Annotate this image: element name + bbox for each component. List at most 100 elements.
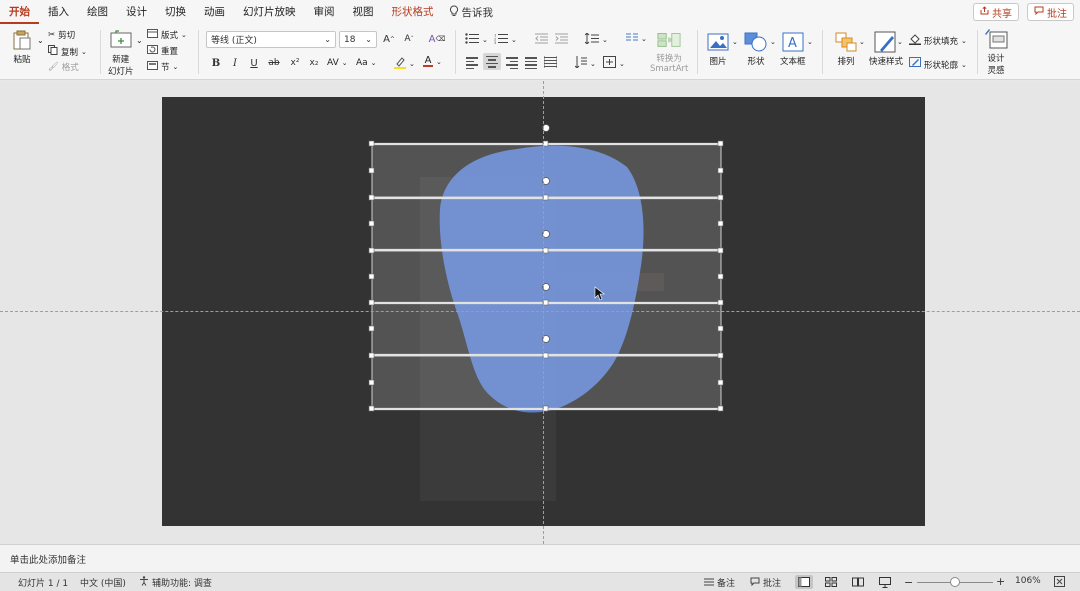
zoom-slider-thumb[interactable] xyxy=(950,577,960,587)
shape-outline-button[interactable]: 形状轮廓 ⌄ xyxy=(909,57,967,72)
align-text-button[interactable]: ⌄ xyxy=(603,56,625,71)
align-text-icon xyxy=(603,56,616,71)
tab-animations[interactable]: 动画 xyxy=(195,0,234,24)
chevron-down-icon[interactable]: ⌄ xyxy=(732,38,738,46)
chevron-down-icon: ⌄ xyxy=(365,35,372,44)
chevron-down-icon[interactable]: ⌄ xyxy=(770,38,776,46)
justify-icon[interactable] xyxy=(525,57,537,69)
align-center-icon[interactable] xyxy=(483,53,501,70)
new-slide-button[interactable]: 新建 幻灯片 xyxy=(108,29,134,77)
numbering-button[interactable]: 123 ⌄ xyxy=(494,33,517,47)
font-color-button[interactable]: A ⌄ xyxy=(423,56,442,67)
fit-to-window-icon[interactable] xyxy=(1054,576,1065,587)
increase-indent-icon[interactable] xyxy=(555,33,568,44)
tab-draw[interactable]: 绘图 xyxy=(78,0,117,24)
char-spacing-button[interactable]: AV ⌄ xyxy=(327,58,348,68)
new-slide-dropdown[interactable]: ⌄ xyxy=(136,36,143,45)
paste-button[interactable]: 粘贴 xyxy=(10,29,34,65)
slideshow-view-icon[interactable] xyxy=(876,575,894,589)
subscript-button[interactable]: x₂ xyxy=(306,55,322,71)
underline-button[interactable]: U xyxy=(246,55,262,71)
font-size-select[interactable]: 18 ⌄ xyxy=(339,31,377,48)
italic-button[interactable]: I xyxy=(227,55,243,71)
chevron-down-icon[interactable]: ⌄ xyxy=(859,38,865,46)
tab-transitions[interactable]: 切换 xyxy=(156,0,195,24)
quick-styles-button[interactable]: 快速样式 xyxy=(869,31,903,67)
decrease-indent-icon[interactable] xyxy=(535,33,548,44)
shape-label: 形状 xyxy=(747,57,765,67)
tab-insert[interactable]: 插入 xyxy=(39,0,78,24)
quick-styles-icon xyxy=(874,31,898,53)
svg-text:A: A xyxy=(788,36,797,51)
chevron-down-icon: ⌄ xyxy=(961,60,967,69)
strikethrough-button[interactable]: ab xyxy=(266,55,282,71)
tab-view[interactable]: 视图 xyxy=(344,0,383,24)
change-case-button[interactable]: Aa ⌄ xyxy=(356,58,377,68)
horizontal-guide-line[interactable] xyxy=(0,311,1080,312)
format-painter-button[interactable]: 🖌 格式 xyxy=(48,61,79,73)
chevron-down-icon[interactable]: ⌄ xyxy=(807,38,813,46)
notes-toggle-button[interactable]: 备注 xyxy=(704,576,735,589)
font-name-select[interactable]: 等线 (正文) ⌄ xyxy=(206,31,336,48)
distributed-icon[interactable] xyxy=(544,56,557,68)
shape-button[interactable]: 形状 xyxy=(744,31,768,67)
tab-slideshow[interactable]: 幻灯片放映 xyxy=(234,0,305,24)
ribbon-separator xyxy=(198,30,199,74)
shrink-font-button[interactable]: Aˇ xyxy=(401,31,417,47)
notes-icon xyxy=(704,577,714,589)
tab-shape-format[interactable]: 形状格式 xyxy=(383,0,443,24)
layout-button[interactable]: 版式 ⌄ xyxy=(147,29,187,41)
share-button[interactable]: 共享 xyxy=(973,3,1019,21)
svg-text:3: 3 xyxy=(494,41,496,44)
tab-review[interactable]: 审阅 xyxy=(305,0,344,24)
accessibility-button[interactable]: 辅助功能: 调查 xyxy=(139,576,212,589)
superscript-button[interactable]: x² xyxy=(287,55,303,71)
ribbon-home: 粘贴 ⌄ ✂ 剪切 复制 ⌄ 🖌 格式 新建 幻灯片 ⌄ 版式 ⌄ 重置 节 ⌄… xyxy=(0,24,1080,80)
bullets-button[interactable]: ⌄ xyxy=(465,33,488,47)
paste-dropdown[interactable]: ⌄ xyxy=(37,36,44,45)
copy-button[interactable]: 复制 ⌄ xyxy=(48,45,87,58)
shape-fill-button[interactable]: 形状填充 ⌄ xyxy=(909,33,967,48)
notes-placeholder: 单击此处添加备注 xyxy=(10,555,87,566)
copy-icon xyxy=(48,45,58,58)
status-bar: 幻灯片 1 / 1 中文 (中国) 辅助功能: 调查 备注 批注 − + 106… xyxy=(0,572,1080,591)
reset-button[interactable]: 重置 xyxy=(147,45,178,57)
ribbon-separator xyxy=(697,30,698,74)
powerpoint-window: 开始 插入 绘图 设计 切换 动画 幻灯片放映 审阅 视图 形状格式 告诉我 共… xyxy=(0,0,1080,591)
comments-button[interactable]: 批注 xyxy=(1027,3,1074,21)
shape-fill-label: 形状填充 xyxy=(924,36,959,47)
tell-me-search[interactable]: 告诉我 xyxy=(443,4,500,20)
cut-button[interactable]: ✂ 剪切 xyxy=(48,29,75,41)
columns-button[interactable]: ⌄ xyxy=(626,33,647,45)
slide-editing-area[interactable] xyxy=(0,81,1080,544)
textbox-button[interactable]: A 文本框 xyxy=(780,31,806,67)
bold-button[interactable]: B xyxy=(208,55,224,71)
grow-font-button[interactable]: A ^ xyxy=(381,31,397,47)
line-spacing-button[interactable]: ⌄ xyxy=(584,32,608,47)
notes-pane[interactable]: 单击此处添加备注 xyxy=(0,544,1080,572)
chevron-down-icon[interactable]: ⌄ xyxy=(897,38,903,46)
tab-home[interactable]: 开始 xyxy=(0,0,39,24)
notes-toggle-label: 备注 xyxy=(717,579,736,589)
reading-view-icon[interactable] xyxy=(849,575,867,589)
section-button[interactable]: 节 ⌄ xyxy=(147,61,178,73)
zoom-in-button[interactable]: + xyxy=(996,575,1005,588)
arrange-button[interactable]: 排列 xyxy=(834,31,858,67)
normal-view-icon[interactable] xyxy=(795,575,813,589)
zoom-out-button[interactable]: − xyxy=(904,576,913,589)
slide-sorter-icon[interactable] xyxy=(822,575,840,589)
comments-toggle-button[interactable]: 批注 xyxy=(750,576,781,589)
convert-smartart-button[interactable]: 转换为 SmartArt xyxy=(650,28,688,74)
clear-format-icon[interactable]: A ⌫ xyxy=(429,31,446,47)
vertical-guide-line[interactable] xyxy=(543,81,544,544)
designer-button[interactable]: 设计 灵感 xyxy=(984,28,1008,76)
zoom-level[interactable]: 106% xyxy=(1015,576,1041,586)
align-left-icon[interactable] xyxy=(466,57,478,69)
tab-design[interactable]: 设计 xyxy=(117,0,156,24)
picture-button[interactable]: 图片 xyxy=(706,31,730,67)
align-right-icon[interactable] xyxy=(506,57,518,69)
highlight-button[interactable]: ⌄ xyxy=(394,56,415,72)
ribbon-separator xyxy=(455,30,456,74)
language-indicator[interactable]: 中文 (中国) xyxy=(80,576,126,589)
text-direction-button[interactable]: ⌄ xyxy=(574,56,596,71)
